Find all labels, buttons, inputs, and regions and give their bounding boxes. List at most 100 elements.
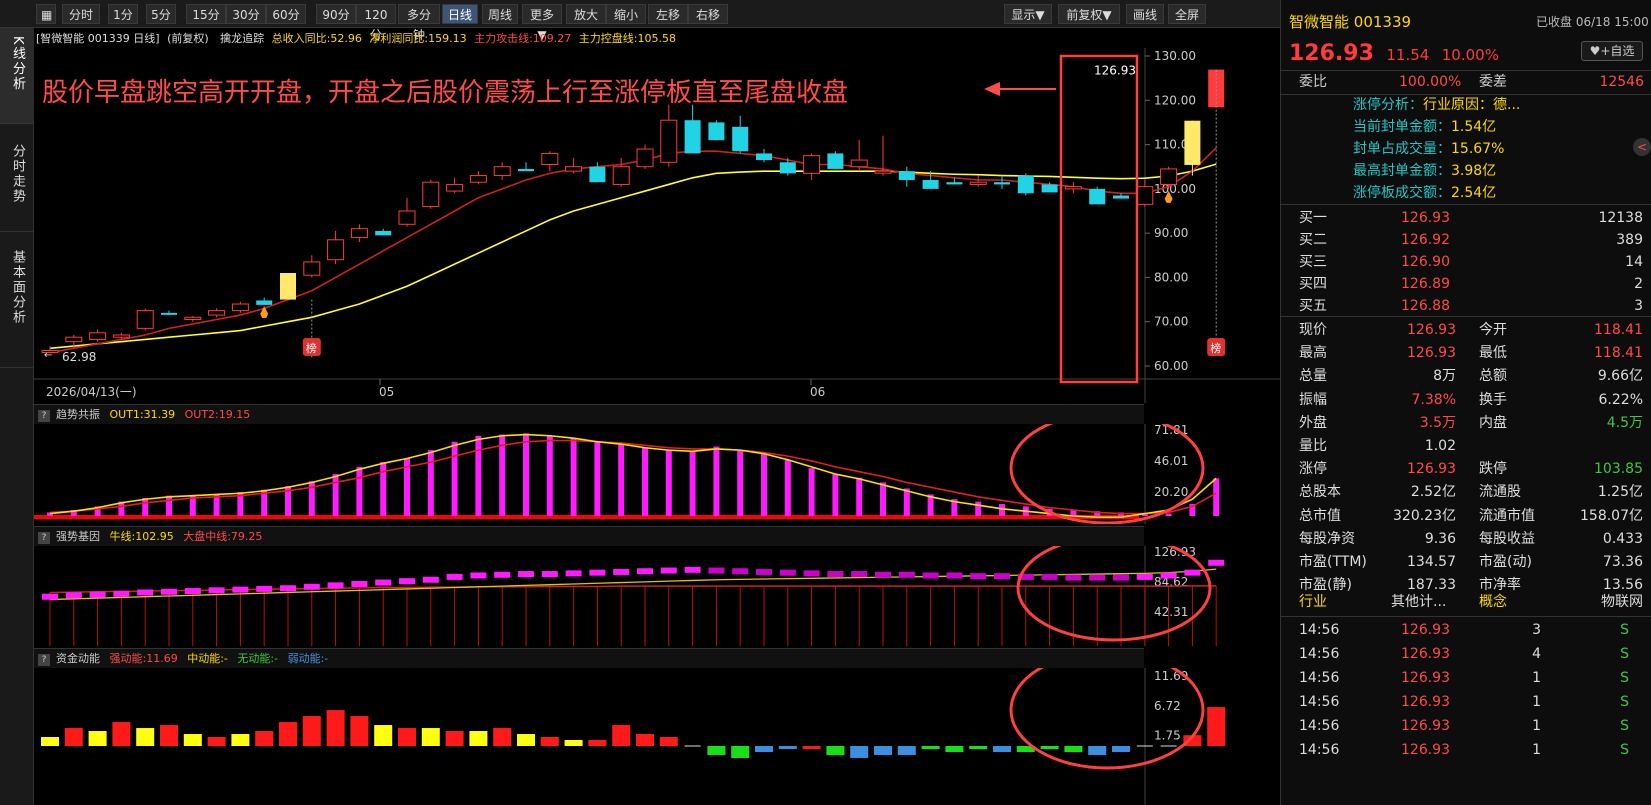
period-button[interactable]: 120分 [356, 4, 396, 42]
bid-volume: 389 [1616, 232, 1643, 248]
trend-bar [618, 444, 625, 516]
candle-body [398, 210, 416, 225]
momentum-bar [1064, 746, 1083, 752]
candle-body [375, 230, 392, 236]
period-button[interactable]: 周线 [482, 4, 518, 24]
period-button[interactable]: 1分 [108, 4, 138, 24]
period-button[interactable]: 更多▼ [522, 4, 562, 42]
momentum-bar [850, 746, 869, 758]
candle-body [779, 162, 796, 174]
add-watchlist-button[interactable]: ♥+自选 [1581, 41, 1643, 61]
candle-body [827, 153, 844, 169]
trend-bar [594, 441, 601, 516]
gene-block [89, 591, 106, 598]
trend-bar [427, 450, 434, 516]
help-icon[interactable]: ? [38, 532, 50, 544]
gene-block [613, 568, 630, 575]
quote-label-right: 流通市值 [1479, 507, 1535, 524]
momentum-bar [1112, 746, 1130, 752]
strong-gene-chart[interactable]: 126.9384.6242.31 [34, 546, 1280, 646]
quote-label-right: 换手 [1479, 391, 1507, 408]
period-button[interactable]: 60分 [266, 4, 306, 24]
industry-value[interactable]: 其他计... [1391, 590, 1446, 614]
concept-label[interactable]: 概念 [1479, 590, 1507, 614]
momentum-bar [1040, 746, 1059, 749]
gene-block [232, 586, 249, 593]
help-icon[interactable]: ? [38, 654, 50, 666]
period-button[interactable]: 5分 [146, 4, 176, 24]
gene-block [113, 590, 130, 597]
toolbar-right-button[interactable]: 画线 [1126, 4, 1164, 24]
trend-bar [642, 447, 648, 516]
toolbar-right-button[interactable]: 前复权▼ [1058, 4, 1120, 24]
tick-price: 126.93 [1401, 718, 1450, 734]
quote-label-right: 内盘 [1479, 414, 1507, 431]
quote-value-left: 126.93 [1407, 322, 1456, 338]
panel2-out1: OUT1:31.39 [109, 408, 176, 421]
fund-momentum-chart[interactable]: 11.696.721.75 [34, 668, 1280, 805]
period-button[interactable]: 缩小 [606, 4, 646, 24]
quote-value-left: 3.5万 [1419, 414, 1456, 431]
y-tick-label: 42.31 [1154, 605, 1188, 619]
industry-label[interactable]: 行业 [1299, 590, 1327, 614]
gene-block [65, 592, 82, 599]
candle-body [1184, 120, 1201, 165]
period-button[interactable]: 分时 [62, 4, 100, 24]
toolbar-right-button[interactable]: 全屏 [1168, 4, 1206, 24]
gene-block [422, 576, 439, 583]
concept-value[interactable]: 物联网 [1601, 590, 1643, 614]
period-button[interactable]: 日线 [442, 4, 478, 24]
momentum-bar [707, 746, 726, 755]
candle-body [732, 126, 749, 152]
trend-resonance-chart[interactable]: 71.8146.0120.20⚙ [34, 424, 1280, 524]
toolbar-right-button[interactable]: 显示▼ [1004, 4, 1052, 24]
trend-bar [523, 433, 529, 516]
period-button[interactable]: 放大 [566, 4, 606, 24]
trend-bar [784, 459, 791, 516]
gene-block [589, 569, 606, 576]
candle-body [708, 122, 725, 141]
gene-block [1184, 569, 1201, 576]
gene-block [827, 571, 844, 578]
period-button[interactable]: 90分 [316, 4, 356, 24]
grid-icon[interactable]: ▦ [36, 4, 56, 24]
period-button[interactable]: 右移 [688, 4, 728, 24]
period-button[interactable]: 30分 [226, 4, 266, 24]
panel4-name: 资金动能 [56, 652, 100, 665]
main-info-bar: [智微智能 001339 日线] (前复权) 擒龙追踪 总收入同比:52.96 … [36, 29, 1146, 49]
period-button[interactable]: 左移 [648, 4, 688, 24]
quote-value-right: 73.36 [1602, 554, 1643, 570]
tick-volume: 1 [1532, 694, 1541, 710]
candle-body [969, 181, 987, 185]
tick-volume: 1 [1532, 670, 1541, 686]
expand-arrow-icon[interactable]: < [1633, 138, 1651, 156]
period-button[interactable]: 多分钟 [398, 4, 440, 42]
trend-bar [546, 435, 553, 516]
stock-title: 智微智能 001339 [1289, 10, 1411, 34]
period-button[interactable]: 15分 [186, 4, 226, 24]
trend-bar [380, 462, 387, 516]
gene-block [303, 583, 320, 590]
quote-label-left: 振幅 [1299, 391, 1327, 408]
tick-price: 126.93 [1401, 742, 1450, 758]
gene-block [970, 573, 987, 580]
gene-block [994, 573, 1010, 580]
candle-body [161, 312, 177, 315]
nav-minute[interactable]: 分时走势 [0, 136, 34, 232]
highlight-circle [1016, 546, 1212, 642]
candle-body [184, 316, 202, 320]
help-icon[interactable]: ? [38, 410, 50, 422]
gene-block [1160, 572, 1177, 579]
market-status: 已收盘 06/18 15:00 [1536, 15, 1649, 29]
bid-level-label: 买二 [1299, 232, 1327, 248]
nav-kline[interactable]: K线分析 [0, 28, 34, 124]
gene-block [1089, 574, 1106, 581]
x-tick-label: 05 [379, 385, 394, 399]
quote-label-left: 外盘 [1299, 414, 1327, 431]
quote-value-left: 9.36 [1424, 530, 1456, 547]
limit-row-label: 涨停板成交额： [1353, 185, 1451, 201]
nav-fundamental[interactable]: 基本面分析 [0, 238, 34, 368]
momentum-bar [231, 734, 250, 746]
quote-label-right: 市盈(动) [1479, 554, 1532, 570]
price-pct: 10.00% [1441, 46, 1499, 64]
